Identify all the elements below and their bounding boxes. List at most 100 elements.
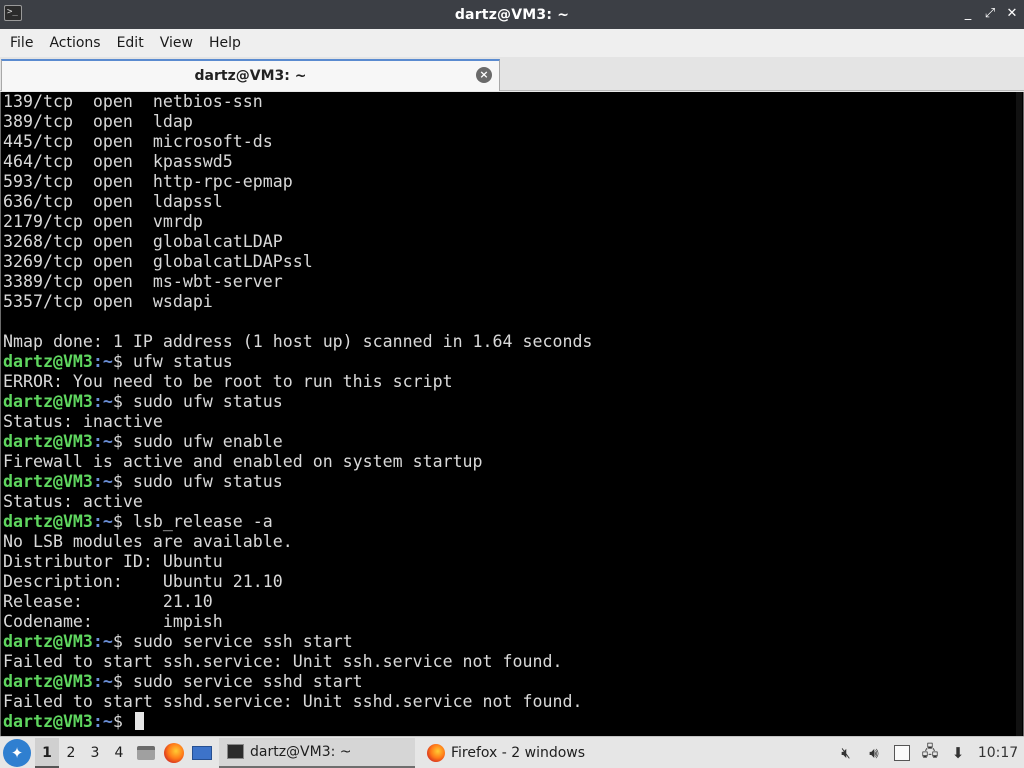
terminal-output-line: Firewall is active and enabled on system… <box>3 452 483 471</box>
command-text: ufw status <box>122 352 233 371</box>
start-menu-button[interactable]: ✦ <box>3 738 31 767</box>
terminal-output-line: Failed to start sshd.service: Unit sshd.… <box>3 692 583 711</box>
terminal-output-line: Distributor ID: Ubuntu <box>3 552 223 571</box>
clock[interactable]: 10:17 <box>972 738 1024 768</box>
task-firefox[interactable]: Firefox - 2 windows <box>419 738 605 768</box>
task-terminal[interactable]: dartz@VM3: ~ <box>219 737 415 768</box>
terminal-icon <box>227 744 244 759</box>
prompt-user-host: dartz@VM3 <box>3 632 93 651</box>
terminal-output-line: 3268/tcp open globalcatLDAP <box>3 232 283 251</box>
command-text: sudo service sshd start <box>122 672 363 691</box>
command-text: sudo service ssh start <box>122 632 353 651</box>
terminal-output-line: 5357/tcp open wsdapi <box>3 292 213 311</box>
prompt-symbol: $ <box>112 352 123 371</box>
close-circle-icon[interactable]: × <box>476 67 492 83</box>
prompt-path: :~ <box>92 712 113 731</box>
prompt-symbol: $ <box>112 512 123 531</box>
terminal-output-line: 464/tcp open kpasswd5 <box>3 152 233 171</box>
terminal-command-line: dartz@VM3:~$ ufw status <box>3 352 592 372</box>
terminal-command-line: dartz@VM3:~$ sudo service ssh start <box>3 632 592 652</box>
terminal-lines: 139/tcp open netbios-ssn 389/tcp open lda… <box>3 92 592 732</box>
workspace-switcher: 1 2 3 4 <box>35 737 131 768</box>
terminal-output-line: Release: 21.10 <box>3 592 213 611</box>
terminal-output-line: 636/tcp open ldapssl <box>3 192 223 211</box>
prompt-path: :~ <box>92 432 113 451</box>
command-text: sudo ufw status <box>122 392 283 411</box>
terminal-output-line: Status: active <box>3 492 143 511</box>
mute-indicator-icon[interactable]: 🔇︎ <box>832 738 860 768</box>
prompt-user-host: dartz@VM3 <box>3 392 93 411</box>
prompt-path: :~ <box>92 472 113 491</box>
menu-view[interactable]: View <box>152 29 201 57</box>
file-manager-launcher[interactable] <box>133 738 159 768</box>
window-titlebar[interactable]: >_ dartz@VM3: ~ _ ⤢ ✕ <box>0 0 1024 29</box>
prompt-user-host: dartz@VM3 <box>3 352 93 371</box>
window-title: dartz@VM3: ~ <box>454 6 570 23</box>
prompt-symbol: $ <box>112 672 123 691</box>
workspace-2[interactable]: 2 <box>59 738 83 768</box>
terminal-output-line: 139/tcp open netbios-ssn <box>3 92 263 111</box>
menu-file[interactable]: File <box>2 29 41 57</box>
network-icon[interactable]: 🖧︎ <box>916 738 944 768</box>
terminal-command-line: dartz@VM3:~$ lsb_release -a <box>3 512 592 532</box>
prompt-user-host: dartz@VM3 <box>3 712 93 731</box>
terminal-output[interactable]: 139/tcp open netbios-ssn 389/tcp open lda… <box>0 92 1024 736</box>
window-controls: _ ⤢ ✕ <box>962 6 1018 22</box>
command-text: lsb_release -a <box>122 512 273 531</box>
volume-icon[interactable]: 🔊︎ <box>860 738 888 768</box>
terminal-command-line: dartz@VM3:~$ sudo ufw status <box>3 472 592 492</box>
prompt-path: :~ <box>92 392 113 411</box>
prompt-user-host: dartz@VM3 <box>3 432 93 451</box>
menu-actions[interactable]: Actions <box>41 29 108 57</box>
prompt-user-host: dartz@VM3 <box>3 512 93 531</box>
terminal-scrollbar[interactable] <box>1016 92 1022 736</box>
menu-edit[interactable]: Edit <box>109 29 152 57</box>
task-terminal-label: dartz@VM3: ~ <box>250 743 352 760</box>
tab-bar: dartz@VM3: ~ × <box>0 57 1024 91</box>
updates-icon[interactable]: ⬇︎ <box>944 738 972 768</box>
command-text <box>123 712 133 731</box>
terminal-output-line: ERROR: You need to be root to run this s… <box>3 372 453 391</box>
terminal-output-line: 389/tcp open ldap <box>3 112 193 131</box>
terminal-cursor <box>134 712 144 730</box>
clipboard-icon[interactable] <box>888 738 916 768</box>
terminal-command-line: dartz@VM3:~$ sudo service sshd start <box>3 672 592 692</box>
prompt-symbol: $ <box>112 632 123 651</box>
terminal-output-line: 2179/tcp open vmrdp <box>3 212 203 231</box>
menu-help[interactable]: Help <box>201 29 249 57</box>
firefox-launcher[interactable] <box>161 738 187 768</box>
menu-bar: File Actions Edit View Help <box>0 29 1024 57</box>
prompt-user-host: dartz@VM3 <box>3 472 93 491</box>
firefox-icon <box>164 742 184 763</box>
terminal-output-line: 3389/tcp open ms-wbt-server <box>3 272 283 291</box>
terminal-output-line: Failed to start ssh.service: Unit ssh.se… <box>3 652 563 671</box>
terminal-output-line: No LSB modules are available. <box>3 532 293 551</box>
firefox-icon <box>427 743 445 762</box>
prompt-symbol: $ <box>112 432 123 451</box>
workspace-4[interactable]: 4 <box>107 738 131 768</box>
file-manager-icon <box>137 745 155 760</box>
terminal-output-line: 3269/tcp open globalcatLDAPssl <box>3 252 313 271</box>
close-button[interactable]: ✕ <box>1006 6 1018 22</box>
prompt-user-host: dartz@VM3 <box>3 672 93 691</box>
prompt-path: :~ <box>92 512 113 531</box>
terminal-output-line: 593/tcp open http-rpc-epmap <box>3 172 293 191</box>
terminal-output-line: Status: inactive <box>3 412 163 431</box>
tab-terminal[interactable]: dartz@VM3: ~ × <box>1 59 500 91</box>
maximize-button[interactable]: ⤢ <box>984 6 996 22</box>
terminal-output-line: 445/tcp open microsoft-ds <box>3 132 273 151</box>
minimize-button[interactable]: _ <box>962 6 974 22</box>
prompt-path: :~ <box>92 672 113 691</box>
terminal-command-line: dartz@VM3:~$ sudo ufw status <box>3 392 592 412</box>
workspace-3[interactable]: 3 <box>83 738 107 768</box>
prompt-symbol: $ <box>112 712 123 731</box>
workspace-1[interactable]: 1 <box>35 737 59 768</box>
terminal-icon[interactable]: >_ <box>4 5 22 21</box>
task-firefox-label: Firefox - 2 windows <box>451 744 586 761</box>
show-desktop-button[interactable] <box>189 738 215 768</box>
taskbar: ✦ 1 2 3 4 dartz@VM3: ~ Firefox - 2 windo… <box>0 736 1024 768</box>
command-text: sudo ufw status <box>122 472 283 491</box>
terminal-command-line: dartz@VM3:~$ <box>3 712 592 732</box>
command-text: sudo ufw enable <box>122 432 283 451</box>
